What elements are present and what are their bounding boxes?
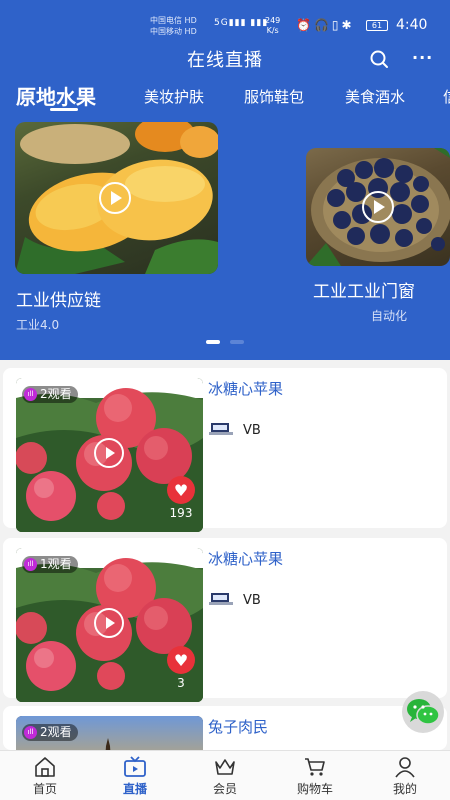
like-count: 3 [177, 676, 185, 690]
banner-title-1[interactable]: 工业供应链 [16, 286, 101, 311]
viewer-count: 1观看 [40, 557, 72, 571]
live-icon: ıll [24, 388, 37, 401]
like-counter[interactable]: ♥ 193 [165, 476, 197, 520]
stream-title[interactable]: 冰糖心苹果 [208, 378, 283, 399]
banner-title-2[interactable]: 工业工业门窗 [313, 277, 415, 302]
carousel-dot [230, 340, 244, 344]
live-icon: ıll [24, 558, 37, 571]
stream-thumbnail[interactable]: ıll 2观看 ♥ 193 [16, 378, 203, 532]
play-icon[interactable] [94, 438, 124, 468]
live-badge: ıll 2观看 [22, 386, 78, 403]
header-area: 中国电信 HD 中国移动 HD 5G▮▮▮ ▮▮▮ 249 K/s ⏰🎧▯✱ 6… [0, 0, 450, 360]
tab-more[interactable]: 信 [443, 86, 450, 107]
search-icon[interactable] [369, 49, 389, 69]
viewer-count: 2观看 [40, 725, 72, 739]
seller-logo [209, 593, 233, 605]
banner-image-blueberry[interactable] [306, 148, 450, 266]
carrier-2: 中国移动 [150, 27, 182, 36]
tv-icon [124, 756, 146, 777]
live-badge: ıll 2观看 [22, 724, 78, 741]
tab-fruit[interactable]: 原地水果 [16, 81, 96, 110]
nav-home[interactable]: 首页 [15, 756, 75, 797]
user-icon [395, 757, 415, 778]
battery-level: 61 [371, 21, 383, 30]
nav-live[interactable]: 直播 [105, 756, 165, 797]
stream-thumbnail[interactable]: ıll 1观看 ♥ 3 [16, 548, 203, 702]
tab-beauty[interactable]: 美妆护肤 [144, 86, 204, 107]
carrier-1: 中国电信 [150, 16, 182, 25]
live-icon: ıll [24, 726, 37, 739]
speed-value: 249 [265, 16, 281, 25]
nav-member[interactable]: 会员 [195, 756, 255, 797]
nav-cart-label: 购物车 [296, 782, 333, 796]
tab-food[interactable]: 美食酒水 [345, 86, 405, 107]
crown-icon [215, 759, 235, 775]
seller-logo [209, 423, 233, 435]
hd-badge: HD [184, 16, 197, 25]
net-type: 5G [214, 18, 229, 28]
status-icons: ⏰🎧▯✱ [296, 18, 355, 32]
carrier-info: 中国电信 HD 中国移动 HD [150, 15, 197, 37]
banner-subtitle-1: 工业4.0 [16, 318, 60, 332]
stream-title[interactable]: 兔子肉民 [208, 716, 268, 737]
heart-icon[interactable]: ♥ [167, 646, 195, 674]
tab-fashion[interactable]: 服饰鞋包 [244, 86, 304, 107]
like-counter[interactable]: ♥ 3 [165, 646, 197, 690]
battery-icon: 61 [366, 20, 388, 31]
speed-unit: K/s [266, 26, 279, 35]
stream-card[interactable]: ıll 1观看 ♥ 3 冰糖心苹果 VB [3, 538, 447, 702]
nav-member-label: 会员 [212, 782, 237, 796]
more-icon[interactable]: ··· [412, 48, 433, 67]
stream-card[interactable]: ıll 2观看 ♥ 193 冰糖心苹果 VB [3, 368, 447, 532]
nav-profile-label: 我的 [392, 782, 417, 796]
wechat-icon[interactable] [398, 690, 448, 734]
like-count: 193 [169, 506, 193, 520]
carousel-dot-active [206, 340, 220, 344]
signal-icon: 5G▮▮▮ ▮▮▮ [214, 18, 269, 28]
nav-home-label: 首页 [32, 782, 57, 796]
stream-thumbnail[interactable]: ıll 2观看 [16, 716, 203, 750]
home-icon [35, 757, 55, 777]
clock: 4:40 [396, 17, 428, 33]
nav-profile[interactable]: 我的 [375, 756, 435, 797]
banner-subtitle-2: 自动化 [371, 309, 408, 323]
mango-illustration [15, 122, 218, 274]
tab-indicator [50, 108, 78, 111]
stream-title[interactable]: 冰糖心苹果 [208, 548, 283, 569]
seller-name: VB [243, 593, 261, 608]
heart-icon[interactable]: ♥ [167, 476, 195, 504]
bottom-nav: 首页 直播 会员 购物车 我的 [0, 750, 450, 800]
cart-icon [305, 758, 325, 776]
status-bar: 中国电信 HD 中国移动 HD 5G▮▮▮ ▮▮▮ 249 K/s ⏰🎧▯✱ 6… [0, 14, 450, 40]
play-icon[interactable] [94, 608, 124, 638]
banner-image-mango[interactable] [15, 122, 218, 274]
viewer-count: 2观看 [40, 387, 72, 401]
blueberry-illustration [306, 148, 450, 266]
network-speed: 249 K/s [265, 16, 280, 36]
stream-card[interactable]: ıll 2观看 兔子肉民 [3, 706, 447, 750]
live-badge: ıll 1观看 [22, 556, 78, 573]
nav-live-label: 直播 [122, 782, 147, 796]
hd-badge: HD [184, 27, 197, 36]
nav-cart[interactable]: 购物车 [285, 756, 345, 797]
seller-name: VB [243, 423, 261, 438]
